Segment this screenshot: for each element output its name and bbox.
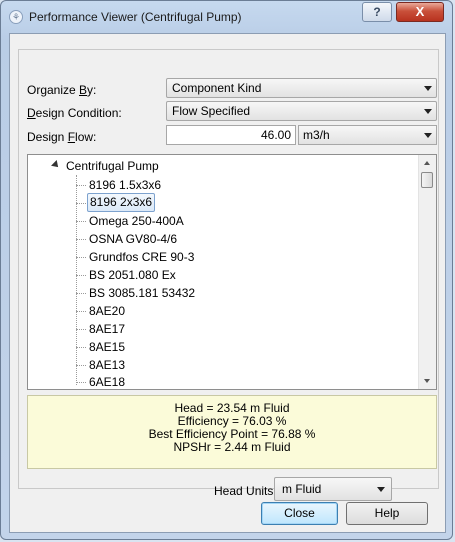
flow-unit-dropdown[interactable]: m3/h — [298, 125, 437, 145]
tree-branch-line — [76, 275, 86, 276]
tree-connector-line — [76, 175, 77, 385]
head-units-dropdown[interactable]: m Fluid — [274, 477, 392, 501]
scroll-down-icon[interactable] — [424, 379, 430, 383]
organize-by-label-key: B — [79, 83, 88, 97]
dropdown-arrow-icon — [424, 86, 432, 91]
tree-item-label: 8AE17 — [89, 322, 126, 336]
scroll-up-icon[interactable] — [424, 161, 430, 165]
title-bar[interactable]: ⚘ Performance Viewer (Centrifugal Pump) … — [1, 1, 452, 33]
tree-item-label: OSNA GV80-4/6 — [89, 232, 178, 246]
tree-item-label: 8196 1.5x3x6 — [89, 178, 162, 192]
dropdown-arrow-icon — [424, 109, 432, 114]
organize-by-dropdown[interactable]: Component Kind — [166, 78, 437, 98]
design-condition-label: Design Condition: — [27, 106, 122, 120]
tree-branch-line — [76, 221, 86, 222]
tree-item-label: BS 3085.181 53432 — [89, 286, 196, 300]
window-title: Performance Viewer (Centrifugal Pump) — [29, 10, 242, 24]
dropdown-arrow-icon — [377, 487, 385, 492]
tree-branch-line — [76, 203, 86, 204]
design-condition-dropdown[interactable]: Flow Specified — [166, 101, 437, 121]
tree-branch-line — [76, 365, 86, 366]
head-units-value: m Fluid — [282, 482, 322, 496]
tree-item-label: Omega 250-400A — [89, 214, 184, 228]
close-button[interactable]: Close — [261, 502, 338, 525]
tree-collapse-icon[interactable] — [51, 160, 61, 170]
organize-by-label: Organize By: — [27, 83, 96, 97]
design-flow-input[interactable]: 46.00 — [166, 125, 296, 145]
organize-by-value: Component Kind — [172, 81, 262, 95]
tree-item-label: 8196 2x3x6 — [87, 193, 156, 212]
dialog-client-area: Organize By: Component Kind Design Condi… — [9, 33, 446, 533]
close-icon[interactable]: X — [396, 2, 444, 22]
tree-item-label: 6AE18 — [89, 375, 126, 389]
tree-root-node[interactable]: Centrifugal Pump — [51, 158, 159, 174]
design-flow-label-prefix: Design — [27, 130, 68, 144]
dropdown-arrow-icon — [424, 133, 432, 138]
tree-item-label: 8AE20 — [89, 304, 126, 318]
design-flow-label-suffix: low: — [75, 130, 97, 144]
tree-item-label: 8AE13 — [89, 358, 126, 372]
help-button[interactable]: Help — [346, 502, 428, 525]
settings-group: Organize By: Component Kind Design Condi… — [18, 49, 439, 501]
flow-unit-value: m3/h — [303, 128, 330, 142]
tree-branch-line — [76, 293, 86, 294]
tree-branch-line — [76, 311, 86, 312]
app-icon: ⚘ — [9, 10, 23, 24]
tree-root-label: Centrifugal Pump — [66, 159, 159, 173]
organize-by-label-suffix: y: — [87, 83, 97, 97]
help-icon[interactable]: ? — [362, 2, 392, 22]
tree-branch-line — [76, 185, 86, 186]
npshr-value: NPSHr = 2.44 m Fluid — [173, 440, 291, 454]
scrollbar-thumb[interactable] — [421, 172, 433, 188]
design-condition-value: Flow Specified — [172, 104, 251, 118]
tree-scrollbar[interactable] — [418, 155, 436, 389]
component-tree[interactable]: Centrifugal Pump 8196 1.5x3x6 8196 2x3x6… — [27, 154, 437, 390]
design-flow-label-key: F — [67, 130, 76, 144]
performance-viewer-window: ⚘ Performance Viewer (Centrifugal Pump) … — [0, 0, 453, 540]
design-condition-label-suffix: esign Condition: — [35, 106, 122, 120]
tree-item-label: 8AE15 — [89, 340, 126, 354]
head-units-label: Head Units — [214, 484, 274, 498]
performance-info-box: Head = 23.54 m Fluid Efficiency = 76.03 … — [27, 395, 437, 469]
tree-branch-line — [76, 347, 86, 348]
tree-branch-line — [76, 382, 86, 383]
design-condition-label-key: D — [27, 106, 36, 120]
tree-branch-line — [76, 329, 86, 330]
tree-item-label: BS 2051.080 Ex — [89, 268, 176, 282]
organize-by-label-prefix: Organize — [27, 83, 80, 97]
tree-branch-line — [76, 257, 86, 258]
design-flow-label: Design Flow: — [27, 130, 96, 144]
tree-item-label: Grundfos CRE 90-3 — [89, 250, 195, 264]
tree-branch-line — [76, 239, 86, 240]
